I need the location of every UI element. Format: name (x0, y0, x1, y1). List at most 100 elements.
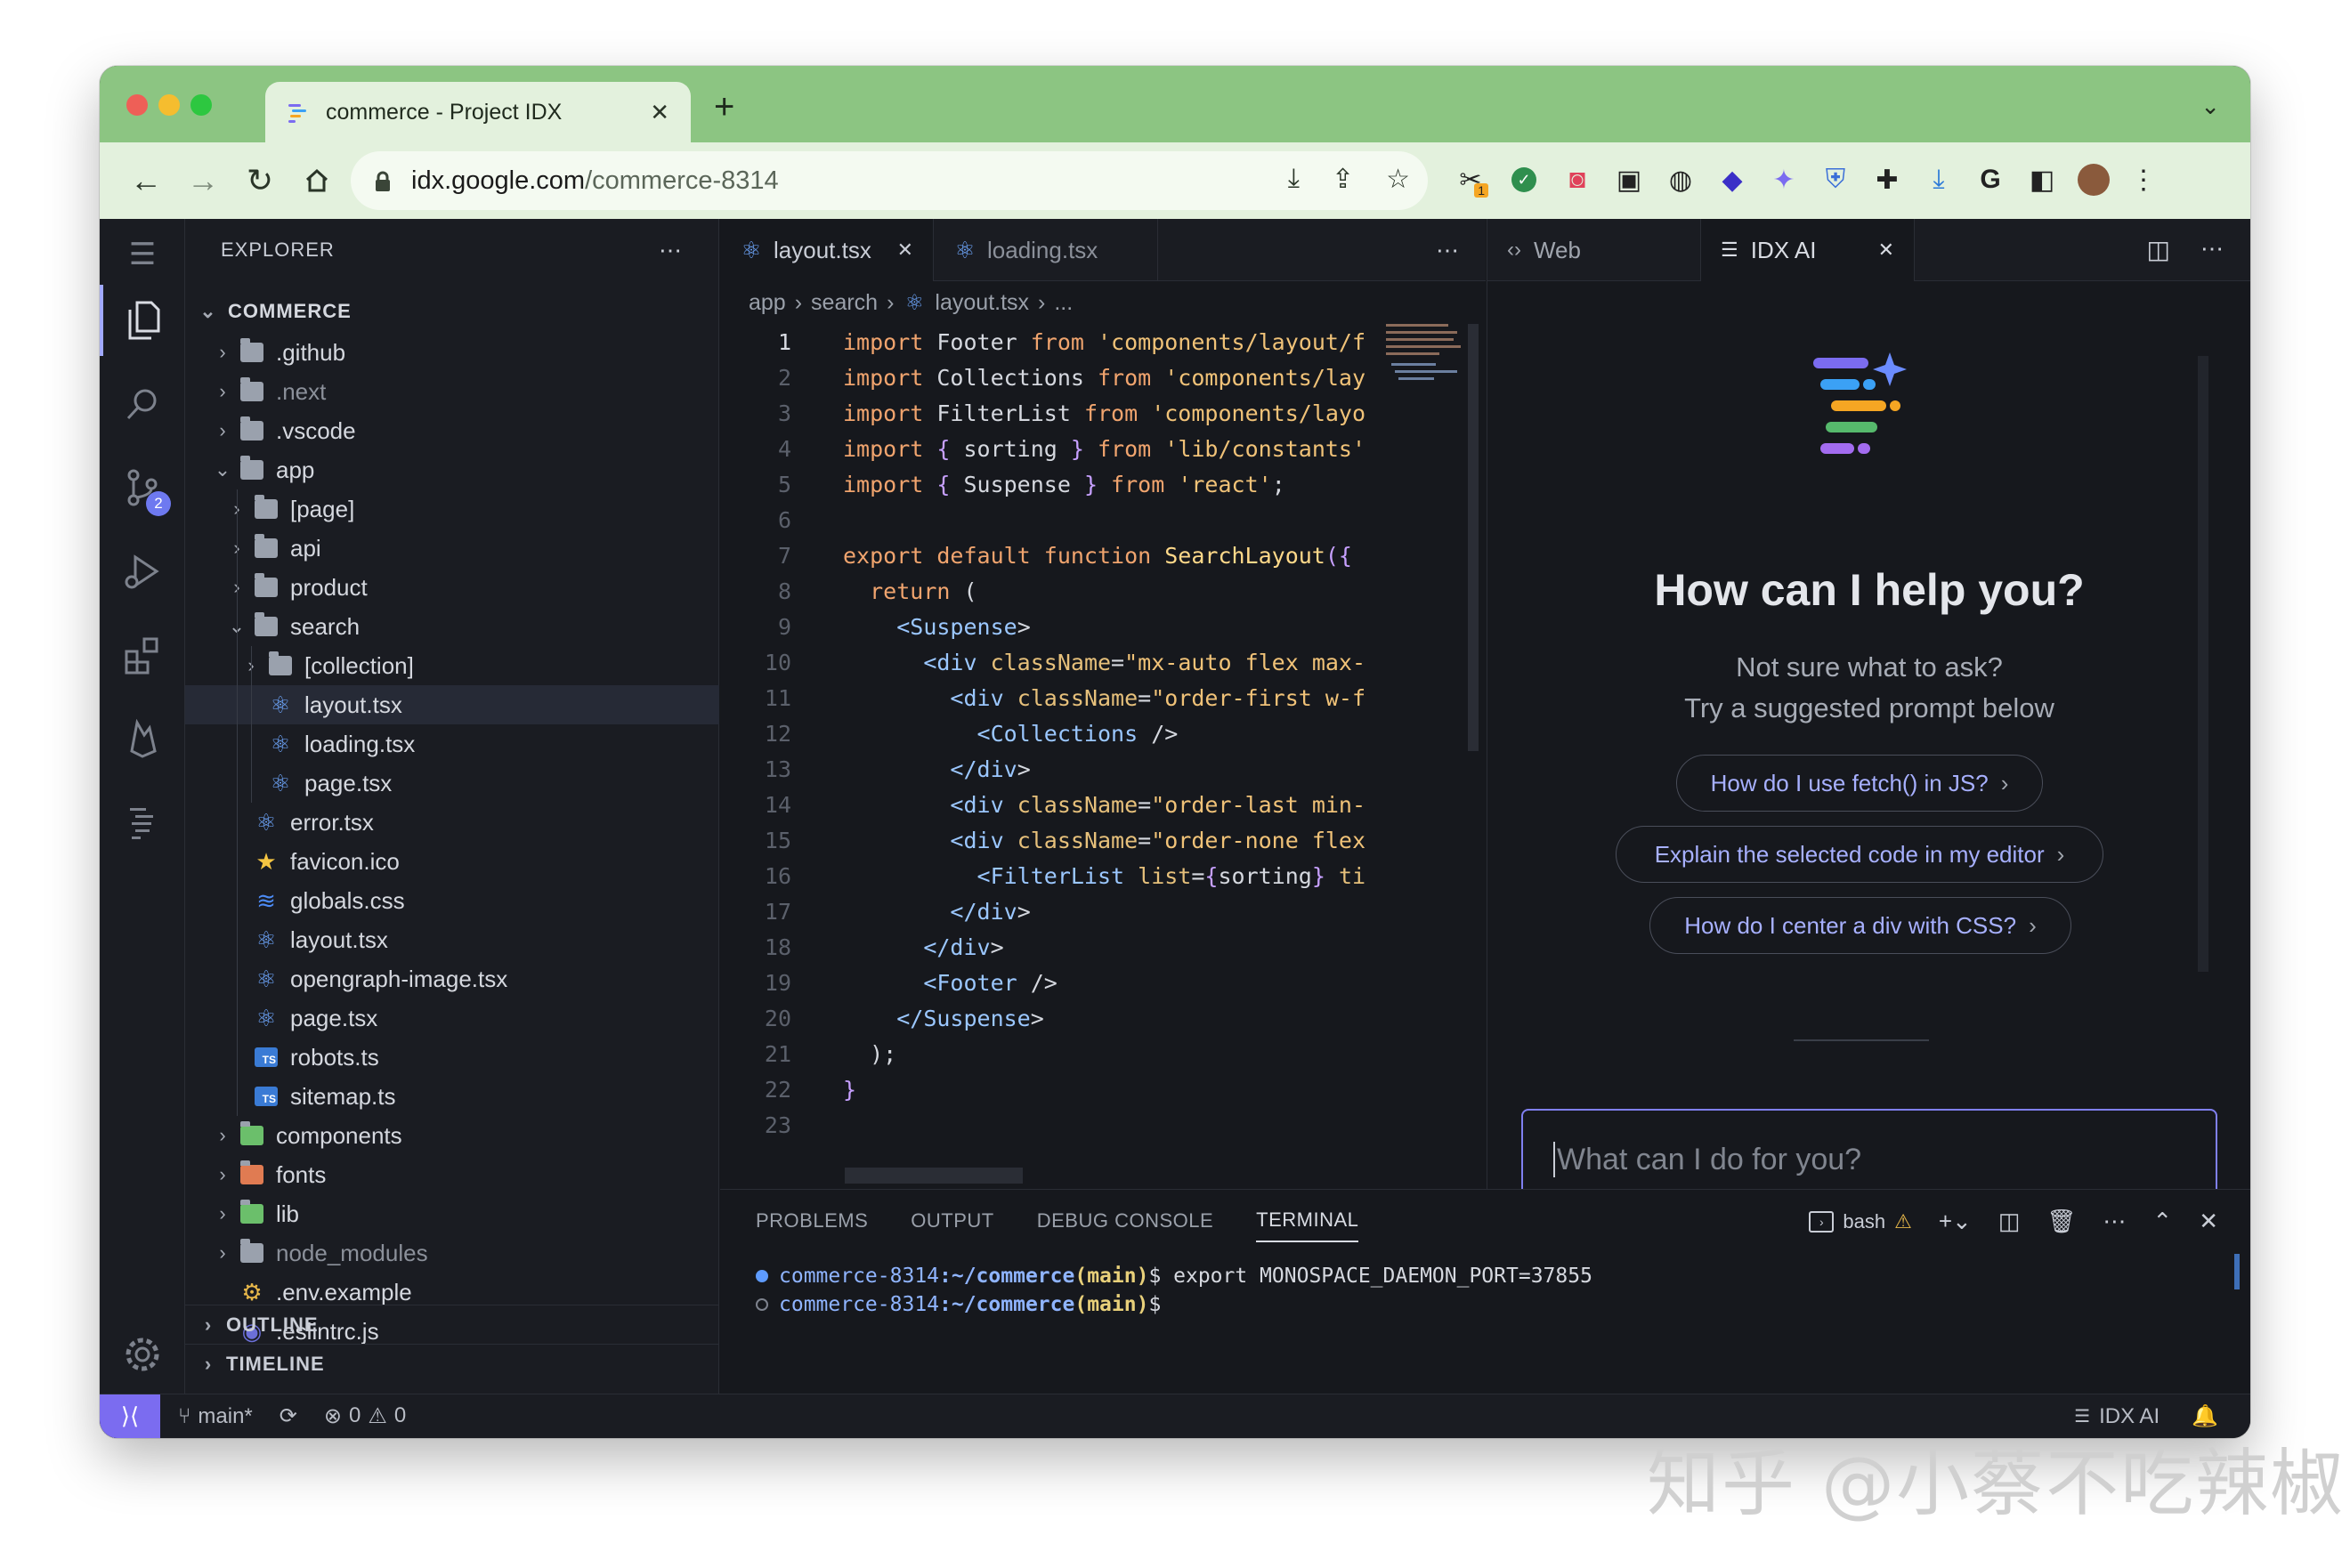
panel-more-icon[interactable]: ⋯ (2103, 1208, 2126, 1235)
tree-item[interactable]: ›[page] (185, 489, 719, 529)
forward-icon[interactable]: → (174, 152, 231, 209)
settings-gear-icon[interactable] (100, 1319, 185, 1390)
extensions-icon[interactable] (100, 619, 185, 691)
extension-scissors-icon[interactable]: ✂ 1 (1453, 160, 1488, 199)
terminal-shell-selector[interactable]: › bash ⚠ (1809, 1210, 1912, 1233)
extension-shield-icon[interactable]: ⛨ (1818, 160, 1853, 199)
pane-more-icon[interactable]: ⋯ (2200, 235, 2224, 263)
tree-item[interactable]: ⚛ opengraph-image.tsx (185, 959, 719, 998)
breadcrumb-search[interactable]: search (811, 290, 878, 316)
idx-ai-icon[interactable] (100, 787, 185, 858)
tab-problems[interactable]: PROBLEMS (756, 1209, 868, 1233)
close-tab-icon[interactable]: ✕ (1878, 238, 1894, 262)
tab-debug-console[interactable]: DEBUG CONSOLE (1037, 1209, 1213, 1233)
suggestion-explain-button[interactable]: Explain the selected code in my editor › (1616, 826, 2103, 883)
source-control-icon[interactable]: 2 (100, 452, 185, 523)
close-window-button[interactable] (126, 94, 148, 116)
tree-item[interactable]: ›api (185, 529, 719, 568)
extensions-puzzle-icon[interactable]: ✚ (1869, 160, 1905, 199)
extension-google-icon[interactable]: G (1973, 160, 2008, 199)
hamburger-menu-icon[interactable]: ☰ (100, 219, 185, 290)
lock-icon[interactable] (374, 171, 392, 191)
outline-section[interactable]: › OUTLINE (185, 1305, 719, 1344)
tree-item[interactable]: ›[collection] (185, 646, 719, 685)
tree-item[interactable]: › fonts (185, 1155, 719, 1194)
address-bar[interactable]: idx.google.com/commerce-8314 ⤓ ⇪ ☆ (351, 151, 1428, 210)
editor-vertical-scrollbar[interactable] (1468, 324, 1479, 751)
home-icon[interactable] (288, 152, 345, 209)
tree-item[interactable]: ⚛ page.tsx (185, 764, 719, 803)
tree-item[interactable]: › lib (185, 1194, 719, 1233)
run-debug-icon[interactable] (100, 536, 185, 607)
tree-item[interactable]: ★ favicon.ico (185, 842, 719, 881)
split-editor-icon[interactable]: ◫ (2147, 235, 2170, 264)
extension-pocket-icon[interactable]: ◙ (1560, 160, 1595, 199)
install-app-icon[interactable]: ⤓ (1288, 164, 1300, 195)
tab-terminal[interactable]: TERMINAL (1256, 1200, 1359, 1242)
tree-item[interactable]: › .next (185, 372, 719, 411)
browser-menu-icon[interactable]: ⋮ (2126, 160, 2161, 199)
minimap[interactable] (1386, 322, 1466, 384)
suggestion-center-div-button[interactable]: How do I center a div with CSS? › (1649, 897, 2071, 954)
extension-shield-check-icon[interactable]: ✓ (1506, 160, 1542, 199)
explorer-more-icon[interactable]: ⋯ (659, 237, 683, 264)
tab-idx-ai[interactable]: ☰ IDX AI ✕ (1701, 219, 1915, 281)
side-panel-icon[interactable]: ◧ (2024, 160, 2060, 199)
terminal-scrollbar[interactable] (2234, 1254, 2240, 1289)
tree-item[interactable]: ⌄ search (185, 607, 719, 646)
tab-output[interactable]: OUTPUT (911, 1209, 993, 1233)
suggestion-fetch-button[interactable]: How do I use fetch() in JS? › (1676, 755, 2043, 812)
breadcrumb-symbol[interactable]: ... (1054, 290, 1073, 316)
tree-item[interactable]: ⚛ page.tsx (185, 998, 719, 1038)
minimize-window-button[interactable] (158, 94, 180, 116)
back-icon[interactable]: ← (118, 152, 174, 209)
tree-item[interactable]: TS sitemap.ts (185, 1077, 719, 1116)
ai-scrollbar[interactable] (2198, 356, 2208, 972)
downloads-icon[interactable]: ⤓ (1921, 160, 1957, 199)
git-branch[interactable]: ⑂ main* (178, 1404, 253, 1429)
extension-picture-in-picture-icon[interactable]: ▣ (1611, 160, 1647, 199)
explorer-root[interactable]: ⌄ COMMERCE (185, 292, 719, 331)
tree-item[interactable]: › components (185, 1116, 719, 1155)
tree-item[interactable]: ⚛ error.tsx (185, 803, 719, 842)
tree-item[interactable]: ⚛ layout.tsx (185, 920, 719, 959)
tree-item[interactable]: › .vscode (185, 411, 719, 450)
editor-tab-layout[interactable]: ⚛ layout.tsx ✕ (720, 219, 934, 281)
timeline-section[interactable]: › TIMELINE (185, 1344, 719, 1383)
tree-item[interactable]: ›product (185, 568, 719, 607)
tree-item[interactable]: ⌄ app (185, 450, 719, 489)
bookmark-star-icon[interactable]: ☆ (1386, 164, 1410, 195)
extension-layers-icon[interactable]: ◆ (1714, 160, 1750, 199)
split-terminal-icon[interactable]: ◫ (1998, 1208, 2021, 1235)
close-tab-icon[interactable]: ✕ (650, 99, 669, 126)
tree-item[interactable]: ⚛ loading.tsx (185, 724, 719, 764)
firebase-icon[interactable] (100, 703, 185, 774)
tree-item[interactable]: › node_modules (185, 1233, 719, 1273)
trash-icon[interactable]: 🗑 (2046, 1208, 2076, 1235)
tree-item[interactable]: ⚛ layout.tsx (185, 685, 719, 724)
search-icon[interactable] (100, 368, 185, 440)
reload-icon[interactable]: ↻ (231, 152, 288, 209)
maximize-panel-icon[interactable]: ⌃ (2152, 1208, 2172, 1235)
breadcrumb-file[interactable]: layout.tsx (935, 290, 1029, 316)
close-panel-icon[interactable]: ✕ (2199, 1208, 2218, 1235)
editor-horizontal-scrollbar[interactable] (845, 1168, 1023, 1184)
breadcrumb-app[interactable]: app (749, 290, 786, 316)
tree-item[interactable]: TS robots.ts (185, 1038, 719, 1077)
maximize-window-button[interactable] (190, 94, 212, 116)
editor-tab-loading[interactable]: ⚛ loading.tsx (934, 219, 1158, 281)
sync-icon[interactable]: ⟳ (280, 1403, 297, 1429)
editor-more-icon[interactable]: ⋯ (1436, 237, 1459, 264)
explorer-files-icon[interactable] (100, 285, 185, 356)
profile-avatar[interactable] (2076, 160, 2111, 199)
new-terminal-icon[interactable]: +⌄ (1939, 1208, 1972, 1235)
problems-count[interactable]: ⊗ 0 ⚠ 0 (324, 1403, 406, 1429)
code-area[interactable]: 1 import Footer from 'components/layout/f… (720, 324, 1468, 1169)
extension-globe-icon[interactable]: ◍ (1663, 160, 1698, 199)
new-tab-button[interactable]: + (714, 89, 734, 125)
tab-search-chevron-icon[interactable]: ⌄ (2200, 93, 2220, 120)
remote-icon[interactable]: ⟩⟨ (100, 1394, 160, 1438)
share-icon[interactable]: ⇪ (1332, 164, 1354, 195)
tree-item[interactable]: ≋ globals.css (185, 881, 719, 920)
close-tab-icon[interactable]: ✕ (897, 238, 913, 262)
